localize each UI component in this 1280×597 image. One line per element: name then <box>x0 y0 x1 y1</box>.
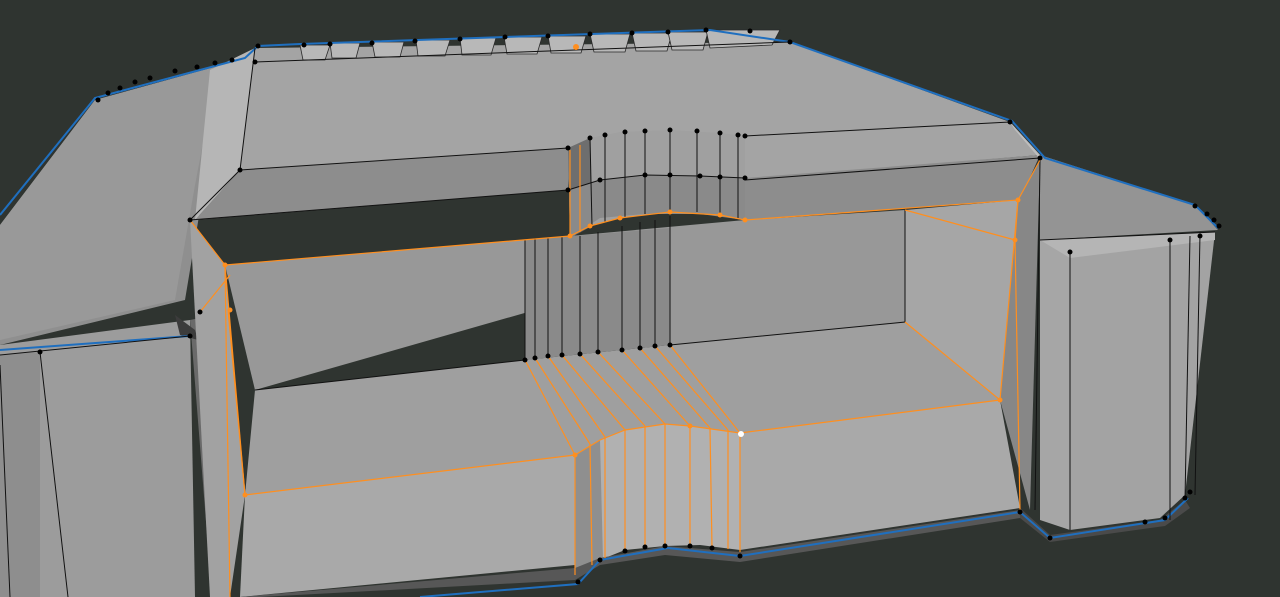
active-vertex[interactable] <box>738 431 744 437</box>
mesh-canvas[interactable] <box>0 0 1280 597</box>
3d-viewport[interactable] <box>0 0 1280 597</box>
